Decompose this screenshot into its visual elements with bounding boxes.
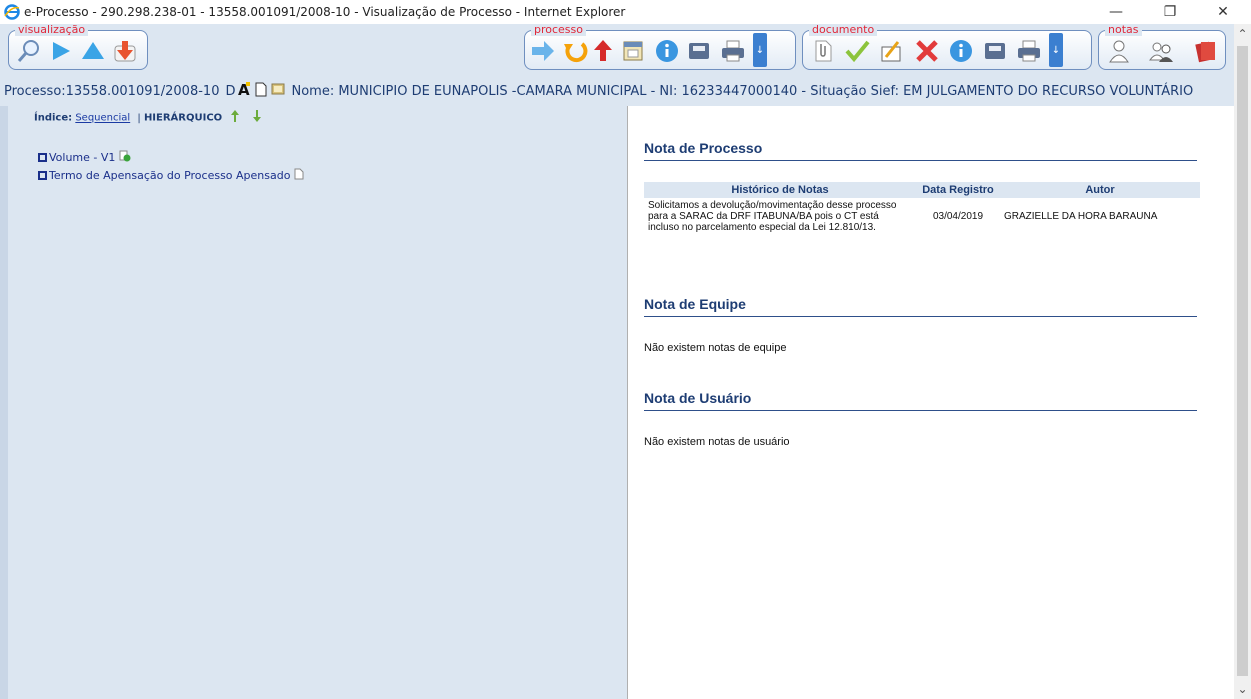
document-print-dropdown-button[interactable]: ↓ [1049, 33, 1063, 67]
checkbox-icon[interactable] [38, 153, 47, 162]
index-selector: Índice: Sequencial | HIERÁRQUICO [34, 110, 261, 125]
document-save-icon[interactable] [981, 37, 1009, 65]
delete-icon[interactable] [913, 37, 941, 65]
tree-item-label: Termo de Apensação do Processo Apensado [49, 169, 291, 182]
print-dropdown-button[interactable]: ↓ [753, 33, 767, 67]
nota-equipe-title: Nota de Equipe [644, 296, 1197, 317]
scrollbar-thumb[interactable] [1237, 46, 1248, 676]
checkbox-icon[interactable] [38, 171, 47, 180]
window-title: e-Processo - 290.298.238-01 - 13558.0010… [24, 5, 626, 19]
document-icon[interactable] [255, 82, 267, 101]
font-a-icon[interactable]: A [237, 81, 251, 101]
notes-panel: Nota de Processo Histórico de Notas Data… [627, 106, 1234, 699]
picture-icon[interactable] [271, 83, 285, 99]
check-icon[interactable] [843, 37, 871, 65]
calendar-icon[interactable] [619, 37, 647, 65]
process-flag: D [225, 83, 236, 99]
team-note-icon[interactable] [1147, 37, 1175, 65]
toolbar: visualização processo ↓ documento ↓ nota… [0, 24, 1234, 76]
group-label-processo: processo [531, 24, 587, 36]
tree-item-volume[interactable]: Volume - V1 [38, 150, 131, 165]
notes-table: Histórico de Notas Data Registro Autor S… [644, 182, 1200, 235]
table-row: Solicitamos a devolução/movimentação des… [644, 198, 1200, 235]
minimize-button[interactable]: — [1093, 0, 1139, 24]
data-cell: 03/04/2019 [932, 211, 984, 222]
scroll-up-icon[interactable]: ⌃ [1234, 24, 1251, 44]
user-note-icon[interactable] [1105, 37, 1133, 65]
process-number: Processo:13558.001091/2008-10 [4, 83, 220, 99]
attach-document-icon[interactable] [809, 37, 837, 65]
index-sequencial-link[interactable]: Sequencial [75, 113, 130, 124]
zoom-icon[interactable] [15, 37, 43, 65]
group-label-notas: notas [1105, 24, 1142, 36]
index-separator: | [137, 112, 141, 124]
group-visualizacao: visualização [8, 24, 148, 70]
tree-item-label: Volume - V1 [49, 151, 116, 164]
tree-item-termo[interactable]: Termo de Apensação do Processo Apensado [38, 168, 304, 183]
group-label-documento: documento [809, 24, 878, 36]
historico-cell: Solicitamos a devolução/movimentação des… [648, 200, 897, 233]
forward-arrow-icon[interactable] [529, 37, 557, 65]
save-icon[interactable] [685, 37, 713, 65]
nota-processo-title: Nota de Processo [644, 140, 1197, 161]
sort-down-icon[interactable] [252, 110, 261, 125]
group-notas: notas [1098, 24, 1226, 70]
group-label-visualizacao: visualização [15, 24, 89, 36]
restore-button[interactable]: ❐ [1147, 0, 1193, 24]
nota-usuario-empty: Não existem notas de usuário [644, 436, 790, 448]
up-triangle-icon[interactable] [79, 37, 107, 65]
column-header-historico: Histórico de Notas [644, 182, 916, 198]
play-icon[interactable] [47, 37, 75, 65]
column-header-data: Data Registro [916, 182, 1000, 198]
page-icon [294, 168, 304, 183]
document-info-icon[interactable] [947, 37, 975, 65]
close-button[interactable]: ✕ [1200, 0, 1246, 24]
tree-panel: Índice: Sequencial | HIERÁRQUICO Volume … [0, 106, 627, 699]
internet-explorer-icon [4, 4, 20, 20]
process-name: Nome: MUNICIPIO DE EUNAPOLIS -CAMARA MUN… [291, 83, 1194, 99]
return-icon[interactable] [561, 37, 589, 65]
info-icon[interactable] [653, 37, 681, 65]
print-icon[interactable] [719, 37, 747, 65]
scroll-down-icon[interactable]: ⌄ [1234, 679, 1251, 699]
upload-arrow-icon[interactable] [589, 37, 617, 65]
download-icon[interactable] [111, 37, 139, 65]
sign-document-icon[interactable] [877, 37, 905, 65]
sort-up-icon[interactable] [231, 110, 240, 125]
nota-usuario-title: Nota de Usuário [644, 390, 1197, 411]
title-bar: e-Processo - 290.298.238-01 - 13558.0010… [0, 0, 1251, 24]
vertical-scrollbar[interactable]: ⌃ ⌄ [1234, 24, 1251, 699]
browser-window: e-Processo - 290.298.238-01 - 13558.0010… [0, 0, 1251, 699]
document-print-icon[interactable] [1015, 37, 1043, 65]
group-documento: documento ↓ [802, 24, 1092, 70]
process-header: Processo:13558.001091/2008-10 D A Nome: … [0, 76, 1234, 106]
index-hierarquico[interactable]: HIERÁRQUICO [144, 113, 222, 124]
volume-ok-icon [119, 150, 131, 165]
process-note-icon[interactable] [1191, 37, 1219, 65]
index-label: Índice: [34, 112, 73, 124]
autor-cell: GRAZIELLE DA HORA BARAUNA [1004, 211, 1158, 222]
column-header-autor: Autor [1000, 182, 1200, 198]
group-processo: processo ↓ [524, 24, 796, 70]
nota-equipe-empty: Não existem notas de equipe [644, 342, 787, 354]
